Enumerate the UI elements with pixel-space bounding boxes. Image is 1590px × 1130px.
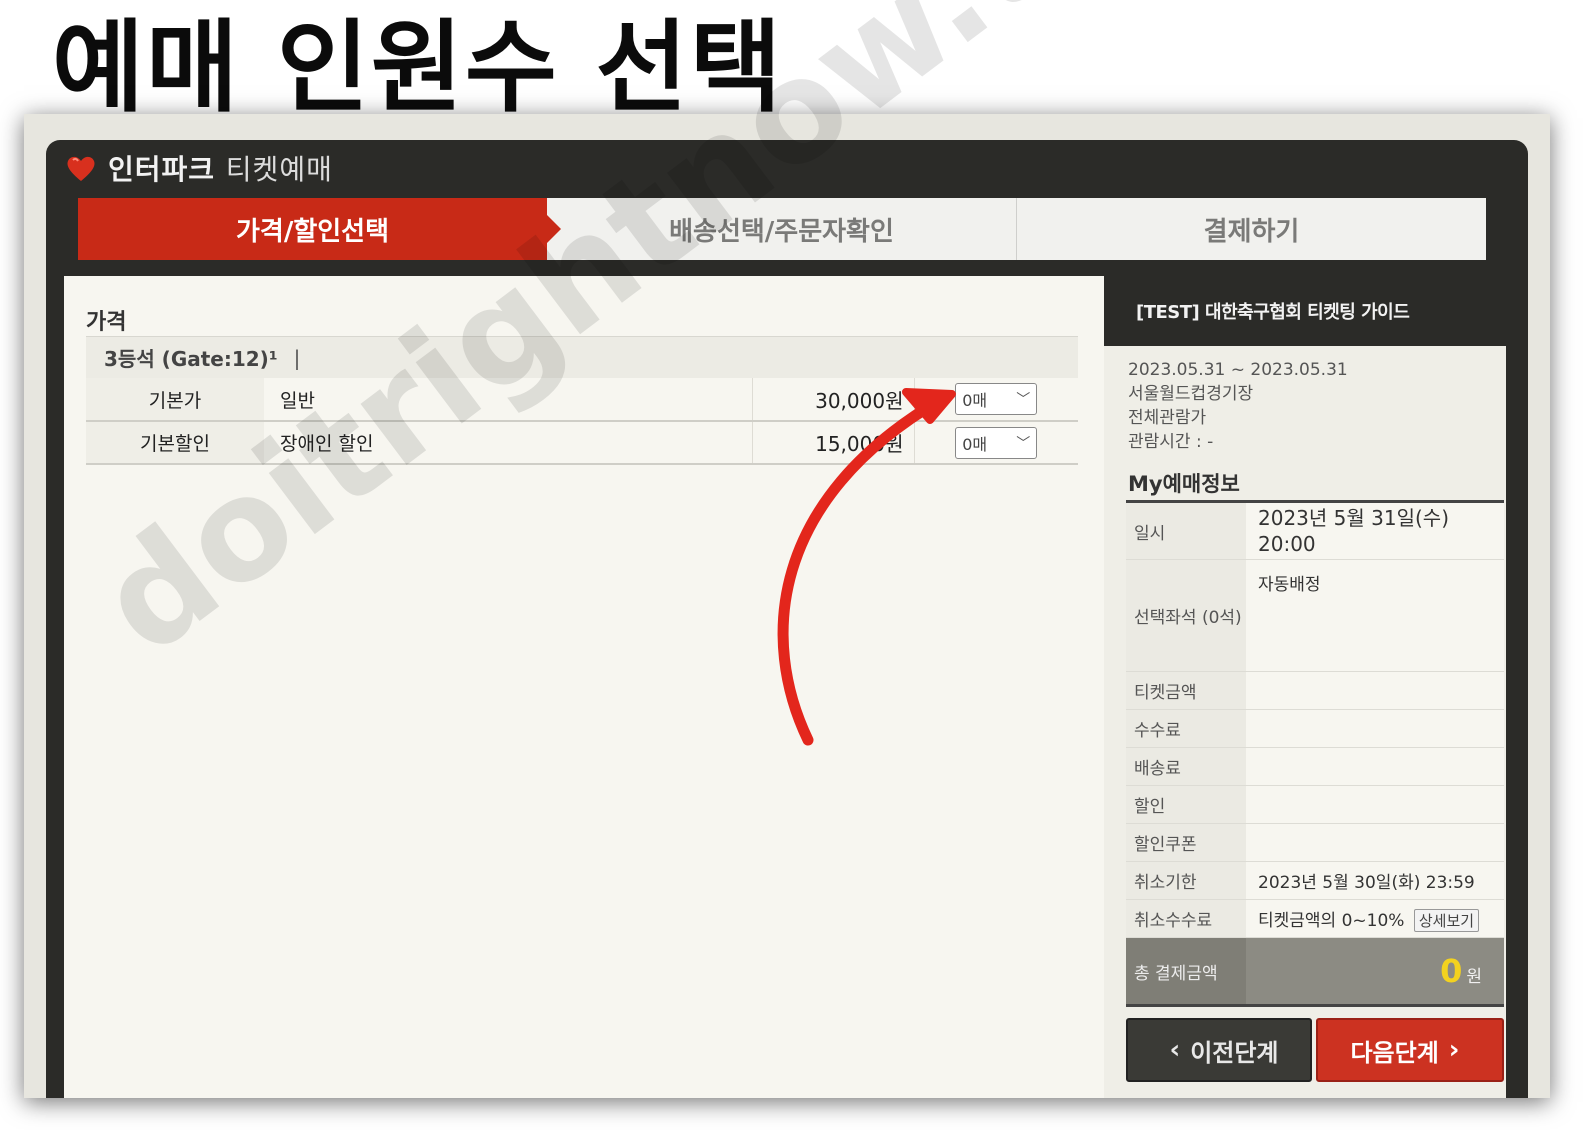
cancel-fee-cell: 티켓금액의 0~10% 상세보기: [1246, 899, 1504, 938]
brand-name: 인터파크 티켓예매: [108, 148, 333, 188]
chevron-down-icon: ﹀: [1016, 392, 1031, 408]
chevron-right-icon: ›: [1448, 1035, 1460, 1065]
tab-delivery-orderer[interactable]: 배송선택/주문자확인: [547, 198, 1017, 260]
heart-logo-icon: [67, 156, 95, 181]
titlebar: 인터파크 티켓예매: [46, 140, 1528, 196]
price-row-disabled-discount: 기본할인 장애인 할인 15,000원 0매 ﹀: [86, 421, 1078, 465]
my-booking-table: 일시 2023년 5월 31일(수) 20:00 선택좌석 (0석) 자동배정 …: [1126, 500, 1504, 1007]
show-title: [TEST] 대한축구협회 티켓팅 가이드: [1104, 276, 1506, 346]
total-cell: 0원: [1246, 937, 1504, 1007]
delivery-label: 배송료: [1126, 747, 1246, 786]
show-info: 2023.05.31 ~ 2023.05.31 서울월드컵경기장 전체관람가 관…: [1128, 358, 1348, 454]
tab-payment[interactable]: 결제하기: [1017, 198, 1486, 260]
discount-label: 할인: [1126, 785, 1246, 824]
price-type: 기본할인: [86, 421, 264, 465]
qty-value: 0매: [962, 434, 988, 454]
step-tabs: 가격/할인선택 배송선택/주문자확인 결제하기: [78, 198, 1486, 260]
show-venue: 서울월드컵경기장: [1128, 384, 1254, 404]
grade-separator: |: [293, 345, 301, 370]
prev-step-label: 이전단계: [1190, 1038, 1279, 1067]
ticket-amount-label: 티켓금액: [1126, 671, 1246, 710]
next-step-label: 다음단계: [1350, 1038, 1439, 1067]
total-label: 총 결제금액: [1126, 937, 1246, 1007]
ticket-amount-value: [1246, 671, 1504, 710]
prev-step-button[interactable]: ‹ 이전단계: [1126, 1018, 1312, 1082]
show-runtime: 관람시간 : -: [1128, 432, 1214, 452]
row-seat: 선택좌석 (0석) 자동배정: [1126, 559, 1504, 672]
price-type: 기본가: [86, 378, 264, 422]
total-unit: 원: [1466, 967, 1482, 987]
brand-main: 인터파크: [108, 153, 216, 186]
price-table: 기본가 일반 30,000원 0매 ﹀ 기본할인 장애인 할인 15,000원 …: [86, 378, 1078, 465]
seat-label: 선택좌석 (0석): [1126, 559, 1246, 672]
cancel-deadline-value: 2023년 5월 30일(화) 23:59: [1246, 861, 1504, 900]
fee-label: 수수료: [1126, 709, 1246, 748]
show-rating: 전체관람가: [1128, 408, 1207, 428]
qty-select-disabled[interactable]: 0매 ﹀: [955, 426, 1038, 459]
total-amount: 0: [1440, 952, 1463, 990]
datetime-value: 2023년 5월 31일(수) 20:00: [1246, 501, 1504, 560]
price-amount: 15,000원: [751, 421, 914, 465]
step-navigation: ‹ 이전단계 다음단계 ›: [1126, 1018, 1504, 1082]
row-coupon: 할인쿠폰: [1126, 823, 1504, 862]
coupon-label: 할인쿠폰: [1126, 823, 1246, 862]
row-cancel-fee: 취소수수료 티켓금액의 0~10% 상세보기: [1126, 899, 1504, 938]
price-row-general: 기본가 일반 30,000원 0매 ﹀: [86, 378, 1078, 422]
price-name: 일반: [264, 378, 752, 422]
row-ticket: 티켓금액: [1126, 671, 1504, 710]
delivery-value: [1246, 747, 1504, 786]
detail-button[interactable]: 상세보기: [1413, 908, 1480, 932]
coupon-value: [1246, 823, 1504, 862]
row-datetime: 일시 2023년 5월 31일(수) 20:00: [1126, 501, 1504, 560]
row-total: 총 결제금액 0원: [1126, 937, 1504, 1007]
seat-grade: 3등석 (Gate:12)¹: [104, 347, 278, 371]
summary-panel: [TEST] 대한축구협회 티켓팅 가이드 2023.05.31 ~ 2023.…: [1104, 276, 1506, 1098]
chevron-down-icon: ﹀: [1016, 435, 1031, 452]
qty-select-general[interactable]: 0매 ﹀: [955, 383, 1038, 415]
headline: 예매 인원수 선택: [52, 9, 784, 126]
cancel-fee-label: 취소수수료: [1126, 899, 1246, 938]
seat-grade-bar: 3등석 (Gate:12)¹ |: [86, 336, 1078, 378]
seat-value: 자동배정: [1246, 559, 1504, 672]
cancel-deadline-label: 취소기한: [1126, 861, 1246, 900]
next-step-button[interactable]: 다음단계 ›: [1316, 1018, 1504, 1082]
cancel-fee-value: 티켓금액의 0~10%: [1258, 910, 1405, 931]
qty-cell: 0매 ﹀: [913, 421, 1078, 465]
fee-value: [1246, 709, 1504, 748]
show-dates: 2023.05.31 ~ 2023.05.31: [1128, 360, 1348, 380]
qty-value: 0매: [962, 391, 988, 410]
price-title: 가격: [86, 310, 127, 335]
row-cancel-deadline: 취소기한 2023년 5월 30일(화) 23:59: [1126, 861, 1504, 900]
price-panel: 가격 3등석 (Gate:12)¹ | 기본가 일반 30,000원 0매 ﹀: [64, 276, 1104, 1098]
booking-window: 인터파크 티켓예매 가격/할인선택 배송선택/주문자확인 결제하기 가격 3등석…: [46, 140, 1528, 1098]
my-booking-title: My예매정보: [1128, 472, 1240, 496]
brand-sub: 티켓예매: [225, 153, 333, 186]
chevron-left-icon: ‹: [1169, 1035, 1181, 1065]
discount-value: [1246, 785, 1504, 824]
row-fee: 수수료: [1126, 709, 1504, 748]
price-amount: 30,000원: [751, 378, 914, 422]
tab-price-discount[interactable]: 가격/할인선택: [78, 198, 561, 260]
row-discount: 할인: [1126, 785, 1504, 824]
price-name: 장애인 할인: [264, 421, 752, 465]
row-delivery: 배송료: [1126, 747, 1504, 786]
page: 예매 인원수 선택 인터파크 티켓예매 가격/할인선택 배송선택/주문자확인 결…: [0, 0, 1590, 1130]
interpark-screenshot: 인터파크 티켓예매 가격/할인선택 배송선택/주문자확인 결제하기 가격 3등석…: [24, 114, 1550, 1098]
qty-cell: 0매 ﹀: [913, 378, 1078, 422]
datetime-label: 일시: [1126, 501, 1246, 560]
